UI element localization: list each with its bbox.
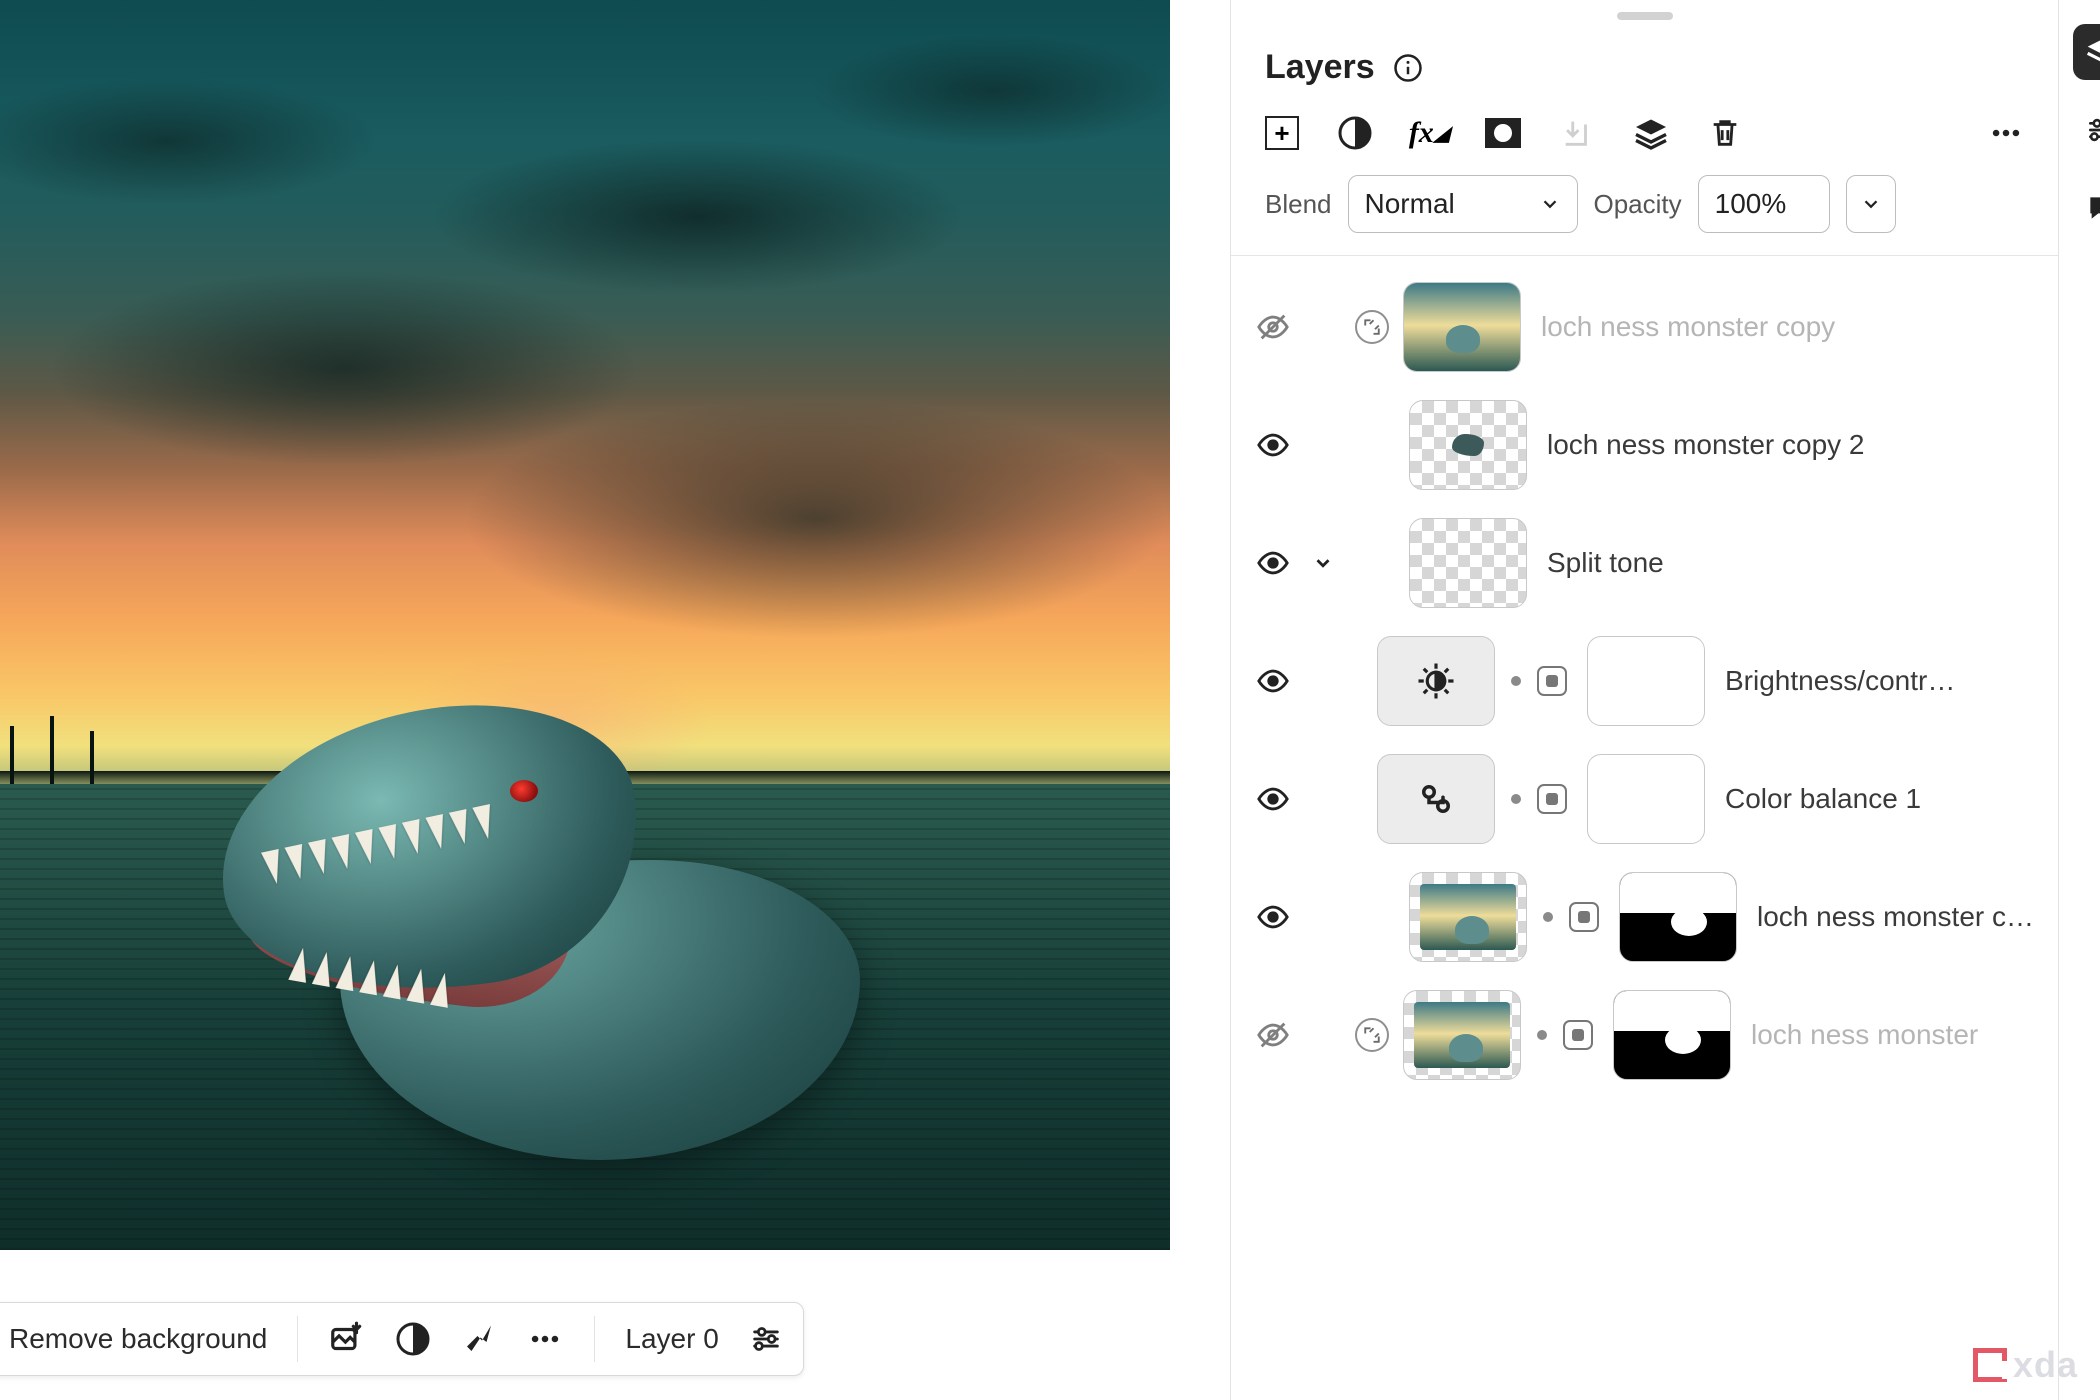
add-adjustment-icon[interactable] (1337, 115, 1373, 151)
visibility-toggle-icon[interactable] (1255, 427, 1291, 463)
replace-background-icon[interactable] (328, 1320, 366, 1358)
opacity-value: 100% (1715, 188, 1787, 220)
layer-item[interactable]: loch ness monster (1255, 976, 2034, 1094)
mask-thumbnail[interactable] (1619, 872, 1737, 962)
link-dot (1543, 912, 1553, 922)
link-dot (1511, 794, 1521, 804)
side-rail (2058, 0, 2100, 1400)
quick-actions-icon[interactable] (460, 1320, 498, 1358)
chevron-down-icon (1539, 193, 1561, 215)
adjustment-thumbnail[interactable] (1377, 636, 1495, 726)
layer-group-item[interactable]: Split tone (1255, 504, 2034, 622)
panel-drag-handle[interactable] (1617, 12, 1673, 20)
layer-properties-icon[interactable] (747, 1320, 785, 1358)
mask-thumbnail[interactable] (1587, 636, 1705, 726)
layer-name[interactable]: loch ness monster copy 2 (1547, 429, 2034, 461)
watermark-text: xda (2013, 1344, 2078, 1386)
add-mask-icon[interactable] (1485, 115, 1521, 151)
clip-layer-icon[interactable] (1559, 115, 1595, 151)
mask-thumbnail[interactable] (1613, 990, 1731, 1080)
layer-item[interactable]: loch ness monster copy (1255, 268, 2034, 386)
visibility-toggle-icon[interactable] (1255, 899, 1291, 935)
visibility-toggle-hidden-icon[interactable] (1255, 309, 1291, 345)
layer-group-icon[interactable] (1633, 115, 1669, 151)
layers-tab-icon[interactable] (2073, 24, 2100, 80)
layer-item[interactable]: loch ness monster c… (1255, 858, 2034, 976)
link-dot (1537, 1030, 1547, 1040)
properties-tab-icon[interactable] (2073, 102, 2100, 158)
blend-mode-select[interactable]: Normal (1348, 175, 1578, 233)
layer-name[interactable]: loch ness monster c… (1757, 901, 2034, 933)
mask-link-icon[interactable] (1537, 784, 1567, 814)
layer-name[interactable]: Color balance 1 (1725, 783, 2034, 815)
adjustment-thumbnail[interactable] (1377, 754, 1495, 844)
opacity-label: Opacity (1594, 189, 1682, 220)
delete-layer-icon[interactable] (1707, 115, 1743, 151)
adjustment-layer-item[interactable]: Color balance 1 (1255, 740, 2034, 858)
visibility-toggle-icon[interactable] (1255, 781, 1291, 817)
more-icon[interactable] (526, 1320, 564, 1358)
visibility-toggle-hidden-icon[interactable] (1255, 1017, 1291, 1053)
link-dot (1511, 676, 1521, 686)
opacity-input[interactable]: 100% (1698, 175, 1830, 233)
active-layer-label: Layer 0 (625, 1323, 718, 1355)
canvas-image[interactable] (0, 0, 1170, 1250)
canvas-area[interactable]: Remove background Layer 0 (0, 0, 1230, 1400)
opacity-dropdown[interactable] (1846, 175, 1896, 233)
mask-link-icon[interactable] (1537, 666, 1567, 696)
blend-row: Blend Normal Opacity 100% (1231, 171, 2058, 255)
visibility-toggle-icon[interactable] (1255, 663, 1291, 699)
layer-effects-icon[interactable]: fx◢ (1411, 115, 1447, 151)
expand-toggle-icon[interactable] (1311, 552, 1335, 574)
layers-panel: Layers + fx◢ (1230, 0, 2058, 1400)
comments-tab-icon[interactable] (2073, 180, 2100, 236)
layer-item[interactable]: loch ness monster copy 2 (1255, 386, 2034, 504)
layer-name[interactable]: loch ness monster copy (1541, 311, 2034, 343)
add-layer-button[interactable]: + (1265, 116, 1299, 150)
blend-label: Blend (1265, 189, 1332, 220)
layer-thumbnail[interactable] (1403, 990, 1521, 1080)
adjustment-layer-item[interactable]: Brightness/contr… (1255, 622, 2034, 740)
watermark: xda (1973, 1344, 2078, 1386)
layer-name[interactable]: loch ness monster (1751, 1019, 2034, 1051)
layers-toolbar: + fx◢ (1231, 105, 2058, 171)
info-icon[interactable] (1393, 53, 1423, 83)
visibility-toggle-icon[interactable] (1255, 545, 1291, 581)
mask-link-icon[interactable] (1563, 1020, 1593, 1050)
layer-name[interactable]: Brightness/contr… (1725, 665, 2034, 697)
context-taskbar: Remove background Layer 0 (0, 1302, 804, 1376)
shrink-icon[interactable] (1355, 1018, 1389, 1052)
remove-background-button[interactable]: Remove background (9, 1323, 267, 1355)
panel-menu-icon[interactable] (1988, 115, 2024, 151)
mask-thumbnail[interactable] (1587, 754, 1705, 844)
shrink-icon[interactable] (1355, 310, 1389, 344)
layer-thumbnail[interactable] (1409, 872, 1527, 962)
layer-thumbnail[interactable] (1409, 518, 1527, 608)
layer-thumbnail[interactable] (1403, 282, 1521, 372)
mask-link-icon[interactable] (1569, 902, 1599, 932)
layer-thumbnail[interactable] (1409, 400, 1527, 490)
layers-panel-title: Layers (1265, 48, 1375, 87)
layer-list: loch ness monster copy loch ness monster… (1231, 260, 2058, 1400)
adjustment-icon[interactable] (394, 1320, 432, 1358)
layer-name[interactable]: Split tone (1547, 547, 2034, 579)
blend-mode-value: Normal (1365, 188, 1455, 220)
